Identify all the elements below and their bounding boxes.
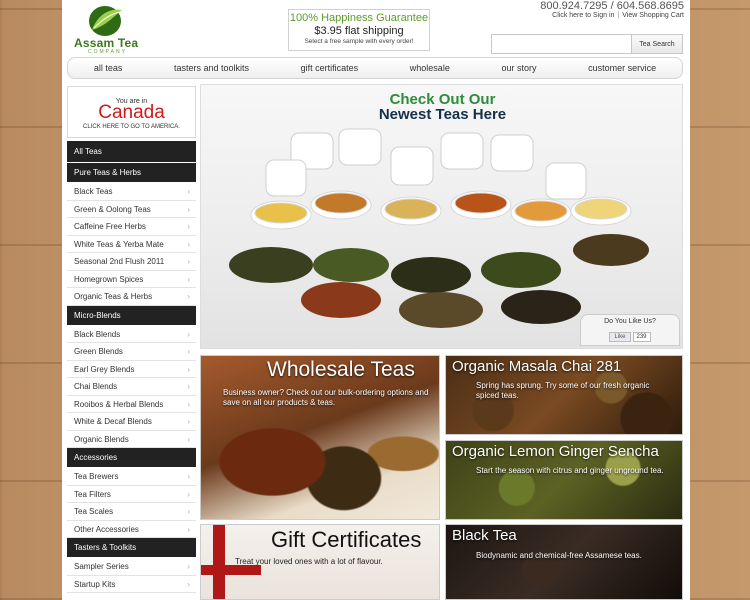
sidebar-item-white-yerba[interactable]: White Teas & Yerba Mate (67, 235, 196, 253)
account-links: Click here to Sign in | View Shopping Cart (552, 12, 684, 19)
masala-chai-tile[interactable]: Organic Masala Chai 281 Spring has sprun… (445, 355, 683, 435)
sidebar-item-chai-blends[interactable]: Chai Blends (67, 378, 196, 396)
sidebar-item-organic-teas[interactable]: Organic Teas & Herbs (67, 288, 196, 306)
ginger-title: Organic Lemon Ginger Sencha (452, 443, 659, 460)
nav-tasters-toolkits[interactable]: tasters and toolkits (174, 63, 249, 73)
sidebar-section-pure-teas[interactable]: Pure Teas & Herbs (67, 163, 196, 183)
sidebar-item-rooibos-herbal[interactable]: Rooibos & Herbal Blends (67, 395, 196, 413)
logo-text: Assam Tea (74, 36, 139, 50)
sign-in-link[interactable]: Click here to Sign in (552, 12, 614, 19)
country-name: Canada (98, 102, 165, 123)
sidebar-section-micro-blends[interactable]: Micro-Blends (67, 305, 196, 326)
tea-search-button[interactable]: Tea Search (631, 34, 683, 54)
nav-our-story[interactable]: our story (501, 63, 536, 73)
phone-numbers: 800.924.7295 / 604.568.8695 (540, 0, 684, 12)
facebook-like-box: Do You Like Us? Like 239 (580, 314, 680, 346)
sidebar-item-seasonal[interactable]: Seasonal 2nd Flush 2011 (67, 253, 196, 271)
assam-tea-logo[interactable]: Assam Tea COMPANY (70, 2, 140, 55)
link-separator: | (617, 12, 620, 19)
nav-all-teas[interactable]: all teas (94, 63, 123, 73)
black-tea-desc: Biodynamic and chemical-free Assamese te… (476, 551, 642, 560)
like-count: 239 (632, 332, 651, 342)
gift-certificates-tile[interactable]: Gift Certificates Treat your loved ones … (200, 524, 440, 600)
chai-title: Organic Masala Chai 281 (452, 358, 622, 375)
gift-title: Gift Certificates (271, 527, 422, 552)
sidebar-item-green-oolong[interactable]: Green & Oolong Teas (67, 200, 196, 218)
hero-banner[interactable]: Check Out Our Newest Teas Here Do You Li… (200, 84, 683, 349)
ginger-desc: Start the season with citrus and ginger … (476, 466, 664, 475)
black-tea-title: Black Tea (452, 527, 517, 544)
sidebar-item-black-teas[interactable]: Black Teas (67, 183, 196, 201)
gift-desc: Treat your loved ones with a lot of flav… (235, 557, 383, 566)
nav-wholesale[interactable]: wholesale (410, 63, 450, 73)
switch-country-link[interactable]: CLICK HERE TO GO TO AMERICA. (68, 124, 195, 130)
wholesale-teas-tile[interactable]: Wholesale Teas Business owner? Check out… (200, 355, 440, 520)
wholesale-title: Wholesale Teas (267, 358, 415, 381)
shipping-text: $3.95 flat shipping (314, 25, 404, 37)
tea-leaf-logo-icon (89, 6, 122, 36)
sidebar: All Teas Pure Teas & Herbs Black Teas Gr… (67, 141, 196, 593)
lemon-ginger-sencha-tile[interactable]: Organic Lemon Ginger Sencha Start the se… (445, 440, 683, 520)
tea-cups-illustration (229, 128, 649, 328)
sidebar-item-tea-brewers[interactable]: Tea Brewers (67, 468, 196, 486)
sidebar-item-homegrown-spices[interactable]: Homegrown Spices (67, 270, 196, 288)
sidebar-item-tea-scales[interactable]: Tea Scales (67, 503, 196, 521)
wholesale-desc: Business owner? Check out our bulk-order… (223, 388, 429, 407)
logo-subtext: COMPANY (88, 49, 127, 55)
like-button[interactable]: Like (609, 332, 631, 342)
sidebar-section-tasters[interactable]: Tasters & Toolkits (67, 538, 196, 558)
sidebar-item-other-accessories[interactable]: Other Accessories (67, 520, 196, 538)
sidebar-section-accessories[interactable]: Accessories (67, 448, 196, 468)
sidebar-item-white-decaf[interactable]: White & Decaf Blends (67, 413, 196, 431)
guarantee-title: 100% Happiness Guarantee (289, 12, 429, 24)
page-container: Assam Tea COMPANY 100% Happiness Guarant… (62, 0, 690, 600)
main-nav: all teas tasters and toolkits gift certi… (67, 57, 683, 79)
sidebar-item-tea-filters[interactable]: Tea Filters (67, 485, 196, 503)
black-tea-tile[interactable]: Black Tea Biodynamic and chemical-free A… (445, 524, 683, 600)
search-input[interactable] (491, 34, 632, 54)
gift-ribbon-vertical (213, 525, 225, 599)
chai-desc: Spring has sprung. Try some of our fresh… (476, 381, 650, 400)
sidebar-item-startup-kits[interactable]: Startup Kits (67, 575, 196, 593)
country-selector[interactable]: You are in Canada CLICK HERE TO GO TO AM… (67, 86, 196, 138)
sidebar-item-organic-blends[interactable]: Organic Blends (67, 430, 196, 448)
free-sample-note: Select a free sample with every order! (304, 38, 414, 45)
sidebar-item-green-blends[interactable]: Green Blends (67, 343, 196, 361)
sidebar-item-black-blends[interactable]: Black Blends (67, 325, 196, 343)
nav-gift-certificates[interactable]: gift certificates (301, 63, 359, 73)
sidebar-all-teas[interactable]: All Teas (67, 141, 196, 163)
view-cart-link[interactable]: View Shopping Cart (622, 12, 684, 19)
sidebar-item-earl-grey-blends[interactable]: Earl Grey Blends (67, 360, 196, 378)
guarantee-banner[interactable]: 100% Happiness Guarantee $3.95 flat ship… (288, 9, 430, 51)
nav-customer-service[interactable]: customer service (588, 63, 656, 73)
sidebar-item-caffeine-free[interactable]: Caffeine Free Herbs (67, 218, 196, 236)
sidebar-item-sampler-series[interactable]: Sampler Series (67, 558, 196, 576)
like-question: Do You Like Us? (604, 318, 656, 325)
